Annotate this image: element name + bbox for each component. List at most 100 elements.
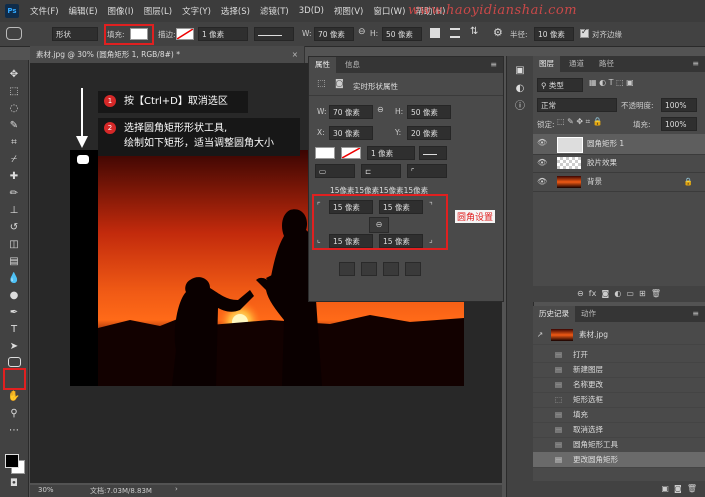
history-item[interactable]: ▤ 取消选择 (533, 422, 705, 438)
move-tool-icon[interactable]: ✥ (6, 68, 22, 82)
properties-panel-icon[interactable]: ▣ (512, 64, 528, 78)
prop-stroke-width-select[interactable]: 1 像素 (367, 146, 415, 160)
gear-icon[interactable]: ⚙ (493, 26, 503, 39)
shape-mode-select[interactable]: 形状 (52, 27, 98, 41)
history-item[interactable]: ▤ 填充 (533, 407, 705, 423)
corner-tr-input[interactable]: 15 像素 (379, 200, 423, 214)
history-item[interactable]: ▤ 名称更改 (533, 377, 705, 393)
history-brush-icon[interactable]: ↺ (6, 221, 22, 235)
type-tool-icon[interactable]: T (6, 323, 22, 337)
blend-mode-select[interactable]: 正常 (537, 98, 617, 112)
prop-stroke-type-select[interactable] (419, 146, 447, 160)
tool-preset-icon[interactable] (6, 27, 22, 40)
eraser-tool-icon[interactable]: ◫ (6, 238, 22, 252)
layer-row-film-effect[interactable]: 👁 胶片效果 (533, 154, 705, 173)
info-panel-icon[interactable]: ⓘ (512, 100, 528, 114)
prop-height-input[interactable]: 50 像素 (407, 105, 451, 119)
radius-input[interactable]: 10 像素 (534, 27, 574, 41)
drawn-rounded-rectangle[interactable] (77, 155, 89, 164)
clone-stamp-icon[interactable]: ⊥ (6, 204, 22, 218)
hand-tool-icon[interactable]: ✋ (6, 390, 22, 404)
add-mask-icon[interactable]: ◙ (601, 289, 609, 298)
tab-info[interactable]: 信息 (339, 57, 366, 73)
eyedropper-tool-icon[interactable]: ⌿ (6, 153, 22, 167)
crop-tool-icon[interactable]: ⌗ (6, 136, 22, 150)
healing-brush-icon[interactable]: ✚ (6, 170, 22, 184)
path-op-exclude-icon[interactable] (405, 262, 421, 276)
new-layer-icon[interactable]: ⊞ (639, 289, 646, 298)
corner-tl-input[interactable]: 15 像素 (329, 200, 373, 214)
pen-tool-icon[interactable]: ✒ (6, 306, 22, 320)
filter-icons[interactable]: ▦ ◐ T ⬚ ▣ (589, 78, 634, 87)
layer-fill-input[interactable]: 100% (661, 117, 697, 131)
prop-stroke-swatch[interactable] (341, 147, 361, 159)
new-snapshot-icon[interactable]: ◙ (674, 484, 682, 493)
foreground-color-swatch[interactable] (5, 454, 19, 468)
menu-filter[interactable]: 滤镜(T) (255, 5, 294, 17)
prop-fill-swatch[interactable] (315, 147, 335, 159)
lock-icons[interactable]: ⬚ ✎ ✥ ⌗ 🔒 (557, 117, 603, 127)
document-tab[interactable]: 素材.jpg @ 30% (圆角矩形 1, RGB/8#) * × (30, 46, 305, 63)
history-item-selected[interactable]: ▤ 更改圆角矩形 (533, 452, 705, 468)
tab-properties[interactable]: 属性 (309, 57, 336, 73)
adjustment-layer-icon[interactable]: ◐ (614, 289, 621, 298)
visibility-eye-icon[interactable]: 👁 (537, 154, 547, 172)
align-edges-checkbox[interactable]: ✓ (580, 27, 589, 38)
path-op-combine-icon[interactable] (339, 262, 355, 276)
marquee-tool-icon[interactable]: ⬚ (6, 85, 22, 99)
history-item[interactable]: ▤ 新建图层 (533, 362, 705, 378)
menu-3d[interactable]: 3D(D) (294, 6, 329, 16)
layers-menu-icon[interactable]: ≡ (692, 59, 699, 68)
brush-source-icon[interactable]: ↗ (537, 326, 543, 344)
stroke-width-select[interactable]: 1 像素 (198, 27, 248, 41)
menu-window[interactable]: 窗口(W) (368, 5, 410, 17)
lasso-tool-icon[interactable]: ◌ (6, 102, 22, 116)
stroke-type-select[interactable] (254, 27, 294, 41)
zoom-level[interactable]: 30% (38, 486, 54, 494)
path-alignment-icon[interactable] (450, 28, 460, 38)
history-snapshot[interactable]: ↗ 素材.jpg (533, 326, 705, 345)
prop-stroke-caps-select[interactable]: ⊏ (361, 164, 401, 178)
link-corners-button[interactable]: ⊖ (369, 217, 389, 233)
status-arrow-icon[interactable]: › (175, 485, 178, 493)
menu-image[interactable]: 图像(I) (103, 5, 139, 17)
path-op-subtract-icon[interactable] (361, 262, 377, 276)
brush-tool-icon[interactable]: ✏ (6, 187, 22, 201)
path-op-intersect-icon[interactable] (383, 262, 399, 276)
menu-view[interactable]: 视图(V) (329, 5, 368, 17)
prop-x-input[interactable]: 30 像素 (329, 126, 373, 140)
mask-properties-icon[interactable]: ◙ (335, 79, 344, 89)
history-item[interactable]: ▤ 圆角矩形工具 (533, 437, 705, 453)
delete-state-icon[interactable]: 🗑 (687, 484, 697, 493)
corner-br-input[interactable]: 15 像素 (379, 234, 423, 248)
panel-menu-icon[interactable]: ≡ (490, 60, 497, 69)
more-tools-icon[interactable]: ⋯ (6, 424, 22, 438)
path-operations-icon[interactable] (430, 28, 440, 38)
delete-layer-icon[interactable]: 🗑 (651, 289, 661, 298)
new-group-icon[interactable]: ▭ (626, 289, 634, 298)
layer-filter-select[interactable]: ⚲ 类型 (537, 78, 583, 92)
visibility-eye-icon[interactable]: 👁 (537, 134, 547, 152)
zoom-tool-icon[interactable]: ⚲ (6, 407, 22, 421)
blur-tool-icon[interactable]: 💧 (6, 272, 22, 286)
visibility-eye-icon[interactable]: 👁 (537, 173, 547, 191)
quick-select-tool-icon[interactable]: ✎ (6, 119, 22, 133)
quick-mask-icon[interactable]: ◘ (6, 477, 22, 491)
path-select-tool-icon[interactable]: ➤ (6, 340, 22, 354)
layer-row-rounded-rect[interactable]: 👁 圆角矩形 1 (533, 134, 705, 155)
path-arrangement-icon[interactable]: ⇅ (470, 26, 478, 37)
menu-file[interactable]: 文件(F) (25, 5, 64, 17)
prop-y-input[interactable]: 20 像素 (407, 126, 451, 140)
layer-row-background[interactable]: 👁 背景 🔒 (533, 173, 705, 192)
tab-layers[interactable]: 图层 (533, 56, 560, 72)
menu-type[interactable]: 文字(Y) (177, 5, 216, 17)
corner-bl-input[interactable]: 15 像素 (329, 234, 373, 248)
prop-width-input[interactable]: 70 像素 (329, 105, 373, 119)
prop-stroke-corners-select[interactable]: ⌜ (407, 164, 447, 178)
dodge-tool-icon[interactable]: ● (6, 289, 22, 303)
tab-paths[interactable]: 路径 (593, 56, 620, 72)
adjustments-panel-icon[interactable]: ◐ (512, 82, 528, 96)
stroke-color-swatch[interactable] (176, 28, 194, 40)
link-layers-icon[interactable]: ⊖ (577, 289, 584, 298)
fx-icon[interactable]: fx (589, 289, 597, 298)
